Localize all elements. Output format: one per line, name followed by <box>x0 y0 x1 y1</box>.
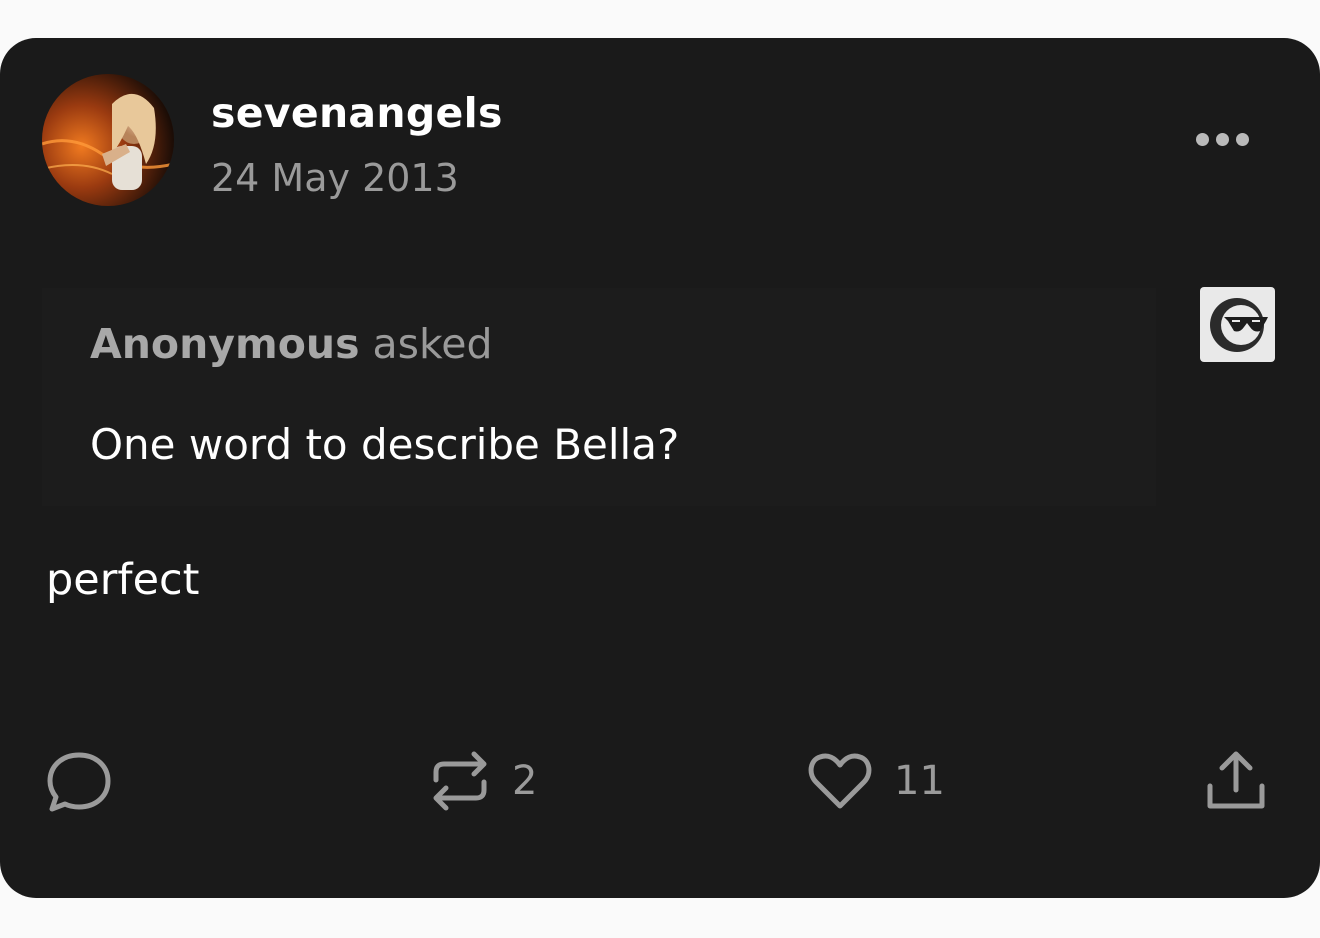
asker-line: Anonymous asked <box>90 318 493 370</box>
like-count: 11 <box>894 758 945 804</box>
reblog-button[interactable]: 2 <box>428 744 537 818</box>
answer-text: perfect <box>46 555 200 605</box>
avatar[interactable] <box>42 74 174 206</box>
comment-bubble-icon <box>47 752 111 812</box>
anonymous-sunglasses-icon <box>1200 287 1275 362</box>
share-upload-icon <box>1207 751 1265 809</box>
reblog-icon <box>433 751 487 811</box>
post-username[interactable]: sevenangels <box>211 88 503 138</box>
avatar-image <box>42 74 174 206</box>
more-dot <box>1216 133 1229 146</box>
post-card: sevenangels 24 May 2013 Anonymous asked … <box>0 38 1320 898</box>
reply-button[interactable] <box>44 744 114 818</box>
more-dot <box>1196 133 1209 146</box>
share-button[interactable] <box>1202 744 1270 818</box>
ask-block: Anonymous asked One word to describe Bel… <box>42 288 1156 506</box>
asked-label: asked <box>372 320 493 368</box>
asker-name[interactable]: Anonymous <box>90 320 359 368</box>
question-text: One word to describe Bella? <box>90 420 680 469</box>
more-dot <box>1236 133 1249 146</box>
more-options-icon[interactable] <box>1190 124 1256 154</box>
heart-icon <box>808 753 872 809</box>
like-button[interactable]: 11 <box>806 744 945 818</box>
post-date[interactable]: 24 May 2013 <box>211 154 459 202</box>
reblog-count: 2 <box>512 758 538 804</box>
